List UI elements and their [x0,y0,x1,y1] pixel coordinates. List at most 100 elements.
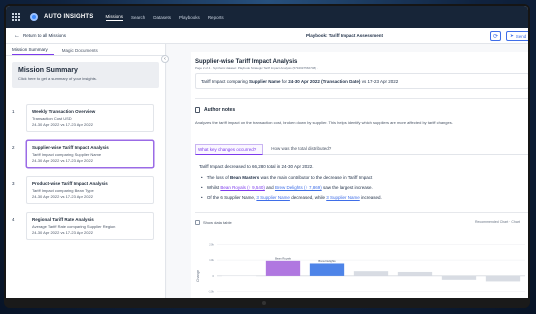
chart-bar[interactable] [265,260,301,276]
return-link[interactable]: ← Return to all Missions [14,33,66,39]
bullet-text: The loss of [206,175,229,180]
send-icon: ➤ [510,33,514,38]
step-item-4: 4 Regional Tariff Rate Analysis Average … [12,212,154,240]
refresh-button[interactable]: ⟳ [490,31,501,41]
tab-mission-summary[interactable]: Mission Summary [12,47,54,55]
query-vs: vs [361,79,367,84]
step-period: 24-30 Apr 2022 vs 17-23 Apr 2022 [32,158,93,163]
nav-item-datasets[interactable]: Datasets [153,15,171,20]
divider [195,98,528,99]
question-tabs: What key changes occurred? How was the t… [195,144,528,155]
logo-icon [30,13,38,21]
step-title: Regional Tariff Rate Analysis [32,217,94,222]
step-number: 2 [12,145,15,150]
brew-delights-link[interactable]: Brew Delights (↑ 7,869) [275,185,322,190]
chart-bar[interactable] [485,275,521,282]
increased-suppliers-link[interactable]: 3 Supplier Name [326,195,360,200]
bullet-text: Whilst [206,185,220,190]
brand-name: AUTO INSIGHTS [44,14,94,20]
step-card-regional-tariff[interactable]: Regional Tariff Rate Analysis Average Ta… [26,212,154,240]
send-button-label: Send [515,33,527,39]
mission-summary-subtitle: Click here to get a summary of your insi… [18,76,97,81]
query-summary: Tariff Impact comparing Supplier Name fo… [195,73,528,89]
step-period: 24-30 Apr 2022 vs 17-23 Apr 2022 [32,230,93,235]
bullet-text: and [266,185,274,190]
show-data-table-checkbox[interactable] [195,220,200,225]
tab-total-distribution[interactable]: How was the total distributed? [269,144,337,155]
sidebar-tabs: Mission Summary Magic Documents [6,44,165,56]
nav-item-missions[interactable]: Missions [105,14,124,21]
y-axis-label: Change [196,270,200,282]
step-number: 3 [12,181,15,186]
step-metric: Tariff Impact comparing Supplier Name [32,151,102,157]
bullet-text: increased. [361,195,382,200]
tab-key-changes[interactable]: What key changes occurred? [195,144,264,155]
bullet-text: was the main contributor to the decrease… [260,175,373,180]
document-icon [195,107,200,113]
query-compare-period: 17-23 Apr 2022 [367,79,399,84]
author-notes-title: Author notes [204,107,236,113]
step-number: 4 [12,217,15,222]
analysis-title: Supplier-wise Tariff Impact Analysis [195,59,298,65]
y-tick-label: 0 [212,274,214,278]
mission-summary-card[interactable]: Mission Summary Click here to get a summ… [12,62,159,88]
laptop-bezel [4,298,530,308]
query-metric: Tariff Impact [201,79,226,84]
chart-bar[interactable] [397,271,433,276]
bean-royals-link[interactable]: Bean Royals (↑ 9,540) [220,185,265,190]
show-data-table-toggle[interactable]: Show data table [195,220,232,225]
chart-bar[interactable] [221,275,257,277]
refresh-icon: ⟳ [492,33,499,40]
step-period: 24-30 Apr 2022 vs 17-23 Apr 2022 [32,194,93,199]
collapse-sidebar-icon[interactable]: ‹ [161,55,169,63]
decreased-suppliers-link[interactable]: 3 Supplier Name [256,195,290,200]
query-for: for [281,79,288,84]
show-data-table-label: Show data table [203,220,232,225]
sub-header: ← Return to all Missions Playbook: Tarif… [6,28,528,44]
step-metric: Tariff Impact comparing Bean Type [32,187,94,193]
step-item-2: 2 Supplier-wise Tariff Impact Analysis T… [12,140,154,168]
insight-bullet-1: The loss of Bean Masters was the main co… [201,175,372,180]
mission-sidebar: Mission Summary Magic Documents ‹ Missio… [6,44,169,298]
step-card-product-tariff[interactable]: Product-wise Tariff Impact Analysis Tari… [26,176,154,204]
query-period: 24-30 Apr 2022 (Transaction Date) [288,79,361,84]
nav-item-playbooks[interactable]: Playbooks [179,15,200,20]
nav-item-reports[interactable]: Reports [208,15,224,20]
app-grid-icon[interactable] [12,13,20,21]
bullet-text: decreased, while [291,195,325,200]
top-navigation: AUTO INSIGHTS Missions Search Datasets P… [6,6,528,28]
divider [195,212,528,213]
nav-item-search[interactable]: Search [131,15,145,20]
app-screen: AUTO INSIGHTS Missions Search Datasets P… [6,6,528,298]
step-card-supplier-tariff[interactable]: Supplier-wise Tariff Impact Analysis Tar… [26,140,154,168]
insight-bullet-3: Of the 6 Supplier Name, 3 Supplier Name … [201,195,382,200]
chart-bar[interactable] [353,271,389,276]
step-card-weekly-overview[interactable]: Weekly Transaction Overview Transaction … [26,104,154,132]
main-panel: Supplier-wise Tariff Impact Analysis Pag… [167,44,528,298]
step-title: Weekly Transaction Overview [32,109,96,114]
step-item-3: 3 Product-wise Tariff Impact Analysis Ta… [12,176,154,204]
tab-magic-documents[interactable]: Magic Documents [62,48,104,55]
y-tick-label: 10k [209,258,214,262]
author-notes-text: Analyzes the tariff impact on the transa… [195,120,453,125]
y-tick-label: 20k [209,242,214,246]
bar-label: Brew Delights [318,259,336,263]
step-title: Product-wise Tariff Impact Analysis [32,181,108,186]
chart-bar[interactable] [309,263,345,276]
query-dimension: Supplier Name [248,79,281,84]
playbook-title: Playbook: Tariff Impact Assessment [306,33,384,38]
chart-bar[interactable] [441,275,477,280]
author-notes-header: Author notes [195,107,235,113]
bullet-text: saw the largest increase. [322,185,373,190]
chart-type-switch[interactable]: Recommended Chart · Chart [475,220,520,224]
insight-headline: Tariff Impact decreased to 66,280 total … [199,164,314,169]
analysis-content: Supplier-wise Tariff Impact Analysis Pag… [191,52,528,298]
chart-svg: Change 20k 10k 0 -10k Bean Royals Brew Delight… [196,242,525,294]
return-link-label: Return to all Missions [23,33,67,38]
tariff-impact-chart: Change 20k 10k 0 -10k Bean Royals Brew Delight… [195,232,528,298]
step-metric: Average Tariff Rate comparing Supplier R… [32,223,116,229]
bullet-highlight: Bean Masters [230,175,260,180]
send-button[interactable]: ➤ Send [506,31,528,41]
breadcrumb: Page 2 of 4 · Synthetic dataset: Playboo… [195,66,318,70]
bullet-text: Of the 6 Supplier Name, [206,195,256,200]
